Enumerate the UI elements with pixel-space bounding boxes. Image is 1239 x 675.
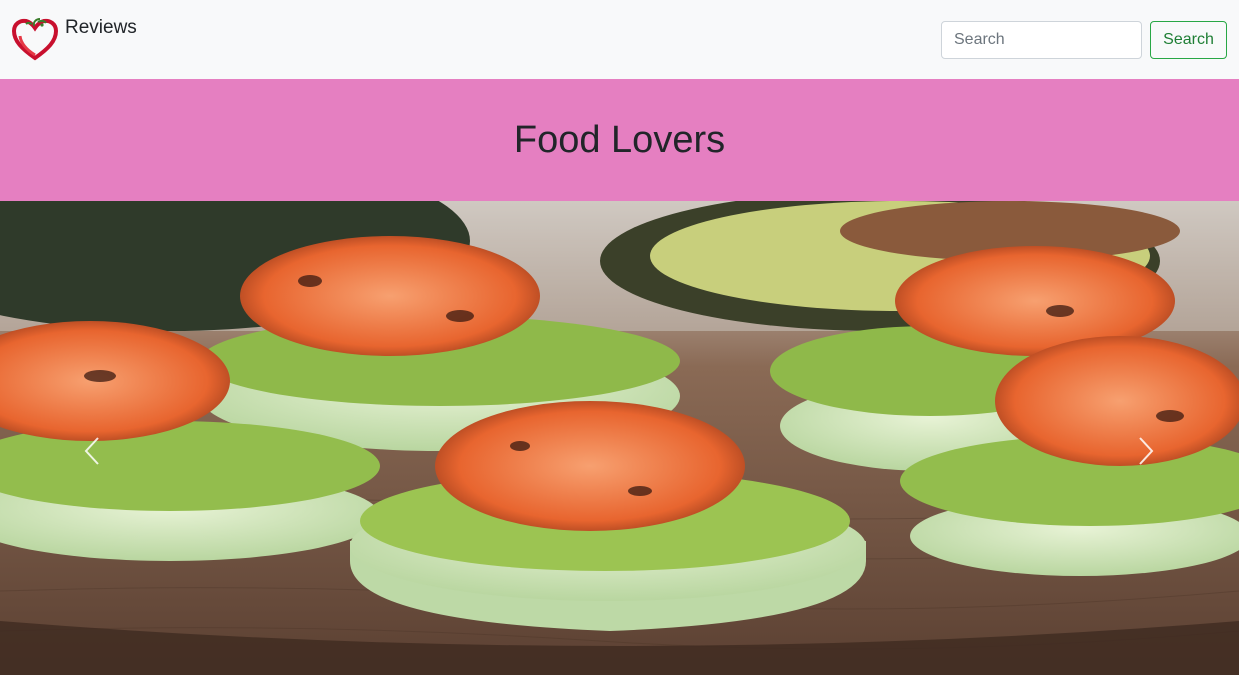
chevron-right-icon (1139, 437, 1154, 465)
heart-pepper-logo-icon (12, 18, 58, 61)
page-title: Food Lovers (513, 118, 726, 161)
brand-label: Reviews (65, 17, 137, 38)
shrimp-avocado-cucumber-bites-photo (0, 201, 1239, 675)
search-button[interactable]: Search (1150, 21, 1227, 59)
carousel-next-button[interactable] (1131, 431, 1161, 471)
image-carousel (0, 201, 1239, 675)
navbar: Reviews Search (0, 0, 1239, 79)
brand-link[interactable]: Reviews (12, 16, 137, 62)
hero-banner: Food Lovers (0, 79, 1239, 201)
search-input[interactable] (941, 21, 1142, 59)
search-form: Search (941, 21, 1227, 59)
carousel-prev-button[interactable] (77, 431, 107, 471)
chevron-left-icon (84, 437, 99, 465)
